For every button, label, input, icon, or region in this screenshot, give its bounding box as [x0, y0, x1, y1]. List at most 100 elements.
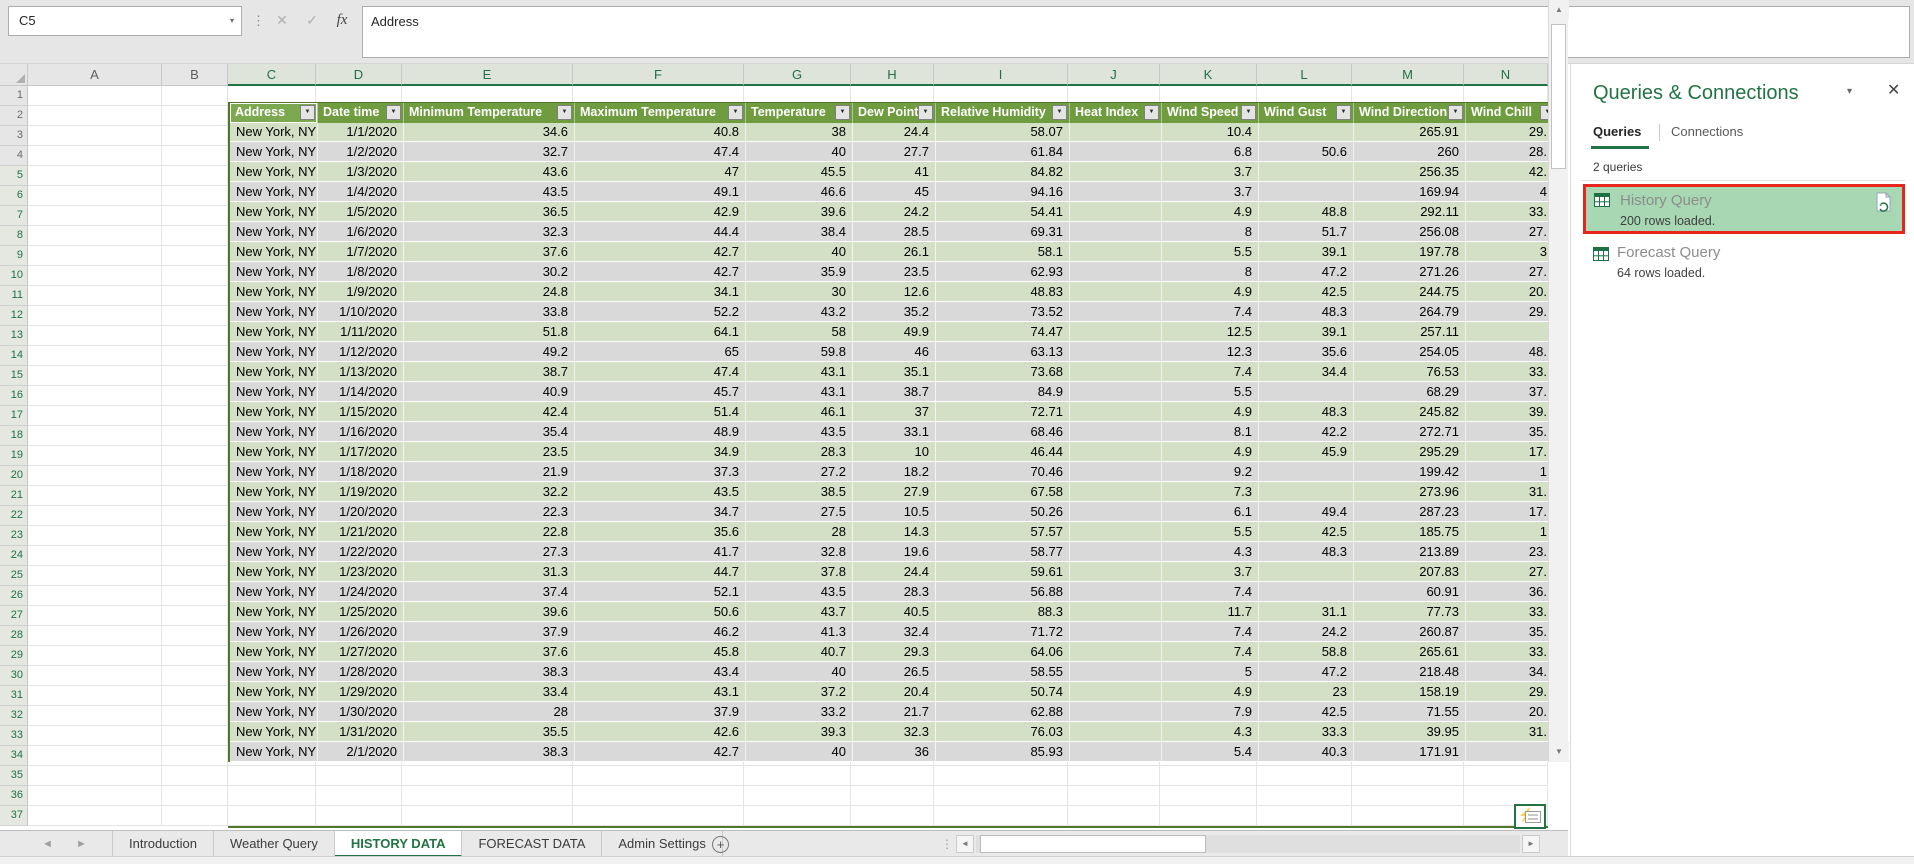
name-box-dropdown-icon[interactable]: ▾	[230, 7, 234, 35]
horizontal-scroll-thumb[interactable]	[980, 835, 1206, 853]
panel-close-icon[interactable]: ✕	[1887, 80, 1900, 100]
row-header-12[interactable]: 12	[0, 306, 28, 326]
column-header-G[interactable]: G	[744, 64, 851, 86]
row-header-3[interactable]: 3	[0, 126, 28, 146]
row-header-10[interactable]: 10	[0, 266, 28, 286]
vertical-scroll-thumb[interactable]	[1551, 24, 1566, 169]
column-header-I[interactable]: I	[934, 64, 1068, 86]
row-header-25[interactable]: 25	[0, 566, 28, 586]
panel-options-chevron-down-icon[interactable]: ▾	[1847, 86, 1852, 97]
scroll-down-icon[interactable]: ▼	[1549, 742, 1569, 762]
column-header-F[interactable]: F	[573, 64, 744, 86]
sheet-nav-right-icon[interactable]: ►	[76, 831, 87, 857]
row-header-23[interactable]: 23	[0, 526, 28, 546]
filter-button[interactable]: ▼	[1144, 105, 1159, 120]
row-header-1[interactable]: 1	[0, 86, 28, 106]
row-header-11[interactable]: 11	[0, 286, 28, 306]
filter-button[interactable]: ▼	[728, 105, 743, 120]
column-header-N[interactable]: N	[1464, 64, 1548, 86]
row-header-17[interactable]: 17	[0, 406, 28, 426]
row-header-18[interactable]: 18	[0, 426, 28, 446]
row-header-35[interactable]: 35	[0, 766, 28, 786]
row-header-27[interactable]: 27	[0, 606, 28, 626]
column-header-M[interactable]: M	[1352, 64, 1464, 86]
sheet-tab-introduction[interactable]: Introduction	[112, 831, 214, 857]
column-header-A[interactable]: A	[28, 64, 162, 86]
row-header-37[interactable]: 37	[0, 806, 28, 826]
filter-button[interactable]: ▼	[918, 105, 933, 120]
column-header-L[interactable]: L	[1257, 64, 1352, 86]
column-header-J[interactable]: J	[1068, 64, 1160, 86]
column-header-B[interactable]: B	[162, 64, 228, 86]
row-header-13[interactable]: 13	[0, 326, 28, 346]
formula-bar-handle[interactable]: ⋮	[252, 8, 264, 34]
hscroll-right-icon[interactable]: ►	[1522, 835, 1540, 853]
row-header-21[interactable]: 21	[0, 486, 28, 506]
name-box[interactable]: C5 ▾	[8, 6, 242, 36]
row-header-22[interactable]: 22	[0, 506, 28, 526]
filter-button[interactable]: ▼	[1052, 105, 1067, 120]
row-header-7[interactable]: 7	[0, 206, 28, 226]
column-header-K[interactable]: K	[1160, 64, 1257, 86]
column-header-D[interactable]: D	[316, 64, 402, 86]
row-header-31[interactable]: 31	[0, 686, 28, 706]
sheet-tab-weather-query[interactable]: Weather Query	[214, 831, 335, 857]
select-all-corner[interactable]	[0, 64, 28, 86]
row-header-36[interactable]: 36	[0, 786, 28, 806]
row-header-20[interactable]: 20	[0, 466, 28, 486]
scroll-up-icon[interactable]: ▲	[1549, 0, 1569, 20]
query-item-history-query[interactable]: History Query200 rows loaded.	[1583, 184, 1905, 234]
query-item-forecast-query[interactable]: Forecast Query64 rows loaded.	[1583, 239, 1905, 289]
row-header-28[interactable]: 28	[0, 626, 28, 646]
row-header-8[interactable]: 8	[0, 226, 28, 246]
table-cell: 30	[746, 282, 853, 302]
filter-button[interactable]: ▼	[1241, 105, 1256, 120]
tab-queries[interactable]: Queries	[1593, 124, 1641, 139]
filter-button[interactable]: ▼	[1448, 105, 1463, 120]
tab-scroll-divider[interactable]: ⋮	[941, 831, 953, 857]
row-header-24[interactable]: 24	[0, 546, 28, 566]
tab-connections[interactable]: Connections	[1671, 124, 1743, 139]
row-header-34[interactable]: 34	[0, 746, 28, 766]
filter-button[interactable]: ▼	[557, 105, 572, 120]
row-header-14[interactable]: 14	[0, 346, 28, 366]
row-header-29[interactable]: 29	[0, 646, 28, 666]
filter-button[interactable]: ▼	[835, 105, 850, 120]
filter-button[interactable]: ▼	[1540, 105, 1548, 120]
vertical-scrollbar[interactable]: ▲ ▼	[1548, 0, 1568, 762]
sheet-tab-history-data[interactable]: HISTORY DATA	[335, 831, 463, 857]
column-header-C[interactable]: C	[228, 64, 316, 86]
row-header-26[interactable]: 26	[0, 586, 28, 606]
table-cell: 185.75	[1354, 522, 1466, 542]
row-header-33[interactable]: 33	[0, 726, 28, 746]
sheet-tab-admin-settings[interactable]: Admin Settings	[602, 831, 722, 857]
horizontal-scrollbar[interactable]	[976, 835, 1520, 853]
table-cell: 257.11	[1354, 322, 1466, 342]
row-header-32[interactable]: 32	[0, 706, 28, 726]
filter-button[interactable]: ▼	[300, 105, 315, 120]
row-header-15[interactable]: 15	[0, 366, 28, 386]
enter-icon[interactable]: ✓	[298, 6, 326, 36]
column-header-E[interactable]: E	[402, 64, 573, 86]
sheet-nav-left-icon[interactable]: ◄	[42, 831, 53, 857]
add-sheet-button[interactable]: +	[712, 836, 729, 853]
formula-input[interactable]: Address	[362, 6, 1910, 58]
insert-function-icon[interactable]: fx	[328, 6, 356, 36]
column-header-H[interactable]: H	[851, 64, 934, 86]
row-header-5[interactable]: 5	[0, 166, 28, 186]
row-header-4[interactable]: 4	[0, 146, 28, 166]
row-header-19[interactable]: 19	[0, 446, 28, 466]
row-header-9[interactable]: 9	[0, 246, 28, 266]
quick-analysis-button[interactable]: ⚡	[1514, 804, 1546, 829]
row-header-30[interactable]: 30	[0, 666, 28, 686]
hscroll-left-icon[interactable]: ◄	[956, 835, 974, 853]
filter-button[interactable]: ▼	[386, 105, 401, 120]
cancel-icon[interactable]: ✕	[268, 6, 296, 36]
row-header-16[interactable]: 16	[0, 386, 28, 406]
table-cell: 1	[1466, 462, 1548, 482]
row-header-2[interactable]: 2	[0, 106, 28, 126]
row-header-6[interactable]: 6	[0, 186, 28, 206]
query-status: 200 rows loaded.	[1620, 214, 1715, 228]
filter-button[interactable]: ▼	[1336, 105, 1351, 120]
sheet-tab-forecast-data[interactable]: FORECAST DATA	[462, 831, 602, 857]
